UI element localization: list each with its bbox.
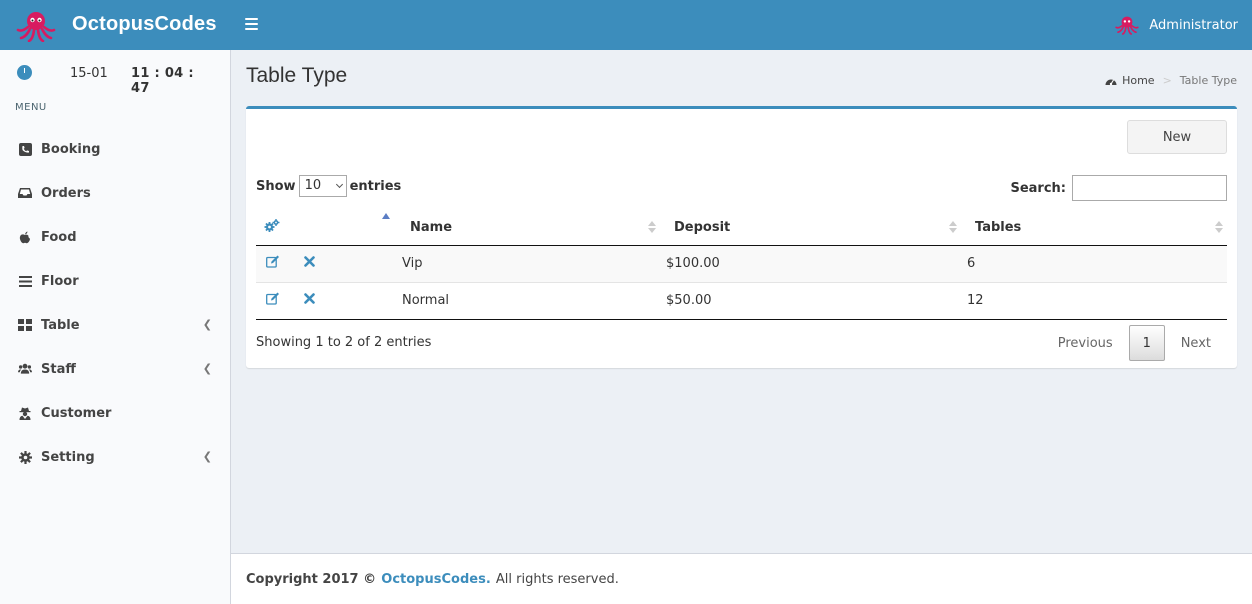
breadcrumb: Home > Table Type (1105, 74, 1237, 87)
breadcrumb-separator: > (1162, 74, 1172, 87)
cogs-icon (264, 218, 280, 232)
sort-icon (1215, 221, 1223, 237)
users-icon (18, 362, 32, 376)
column-header-tables[interactable]: Tables (961, 207, 1227, 246)
logo[interactable]: OctopusCodes (0, 0, 230, 50)
page-length-select[interactable]: 10 (298, 175, 347, 197)
chevron-left-icon: ❮ (202, 362, 212, 375)
cell-tables: 6 (961, 245, 1227, 283)
sidebar-item-customer[interactable]: Customer (0, 391, 230, 435)
octopus-logo-icon (16, 12, 56, 42)
phone-icon (18, 142, 32, 156)
sidebar-item-label: Customer (41, 405, 112, 421)
sidebar-item-food[interactable]: Food (0, 215, 230, 259)
bars-icon (18, 274, 32, 288)
table-info: Showing 1 to 2 of 2 entries (256, 335, 432, 350)
previous-page-button[interactable]: Previous (1042, 325, 1129, 361)
cell-name: Vip (400, 245, 660, 283)
chevron-left-icon: ❮ (202, 450, 212, 463)
footer-copyright: Copyright 2017 © (246, 571, 377, 587)
column-header-deposit[interactable]: Deposit (660, 207, 961, 246)
sidebar-toggle-button[interactable] (245, 18, 258, 30)
brand-name: OctopusCodes (72, 13, 217, 35)
sidebar: 15-01 11 : 04 : 47 MENU Booking Orders F… (0, 50, 231, 604)
gear-icon (18, 450, 32, 464)
delete-column-header[interactable] (294, 207, 400, 246)
search-input[interactable] (1072, 175, 1227, 201)
cell-tables: 12 (961, 282, 1227, 320)
sidebar-item-booking[interactable]: Booking (0, 127, 230, 171)
sort-icon (648, 221, 656, 237)
edit-icon[interactable] (266, 255, 280, 272)
new-button[interactable]: New (1127, 120, 1227, 154)
sidebar-item-label: Staff (41, 361, 76, 377)
sidebar-item-label: Orders (41, 185, 91, 201)
table-row: Vip $100.00 6 (256, 245, 1227, 283)
breadcrumb-current: Table Type (1179, 74, 1237, 87)
clock-icon (17, 65, 32, 80)
dashboard-icon (1105, 79, 1117, 85)
show-label: Show (256, 178, 296, 194)
page-title: Table Type (246, 64, 348, 87)
pagination: Previous 1 Next (1042, 325, 1227, 361)
search-control: Search: (1010, 175, 1227, 201)
sidebar-item-staff[interactable]: Staff ❮ (0, 347, 230, 391)
top-navbar: OctopusCodes Administrator (0, 0, 1252, 50)
sidebar-item-orders[interactable]: Orders (0, 171, 230, 215)
footer-rights: All rights reserved. (495, 571, 619, 587)
sidebar-item-label: Table (41, 317, 80, 333)
entries-label: entries (349, 178, 402, 194)
breadcrumb-home-link[interactable]: Home (1122, 74, 1154, 87)
inbox-icon (18, 186, 32, 200)
user-avatar-icon (1115, 16, 1140, 35)
user-secret-icon (18, 406, 32, 420)
sidebar-item-table[interactable]: Table ❮ (0, 303, 230, 347)
edit-icon[interactable] (266, 292, 280, 309)
clock-date: 15-01 (70, 66, 108, 81)
apple-icon (18, 230, 32, 244)
sidebar-item-floor[interactable]: Floor (0, 259, 230, 303)
delete-icon[interactable] (304, 293, 315, 308)
clock-time: 11 : 04 : 47 (131, 66, 194, 96)
table-row: Normal $50.00 12 (256, 282, 1227, 320)
grid-icon (18, 318, 32, 332)
sort-icon (949, 221, 957, 237)
actions-column-header (256, 207, 294, 246)
sidebar-item-label: Floor (41, 273, 79, 289)
delete-icon[interactable] (304, 256, 315, 271)
sidebar-item-label: Setting (41, 449, 95, 465)
column-header-name[interactable]: Name (400, 207, 660, 246)
user-menu[interactable]: Administrator (1115, 0, 1238, 50)
chevron-left-icon: ❮ (202, 318, 212, 331)
sidebar-item-label: Booking (41, 141, 101, 157)
sort-asc-icon (382, 213, 390, 219)
footer: Copyright 2017 © OctopusCodes. All right… (231, 553, 1252, 604)
table-type-box: New Show 10 entries Search: Name Deposit… (246, 106, 1237, 368)
menu-header: MENU (15, 102, 47, 113)
cell-deposit: $100.00 (660, 245, 961, 283)
cell-name: Normal (400, 282, 660, 320)
page-length-control: Show 10 entries (256, 175, 401, 197)
user-name: Administrator (1149, 17, 1238, 33)
footer-link[interactable]: OctopusCodes. (381, 572, 490, 587)
cell-deposit: $50.00 (660, 282, 961, 320)
sidebar-item-setting[interactable]: Setting ❮ (0, 435, 230, 479)
page-1-button[interactable]: 1 (1128, 325, 1165, 361)
sidebar-item-label: Food (41, 229, 77, 245)
table-type-table: Name Deposit Tables Vip $100.00 6 Normal… (256, 207, 1227, 320)
search-label: Search: (1010, 180, 1066, 196)
next-page-button[interactable]: Next (1165, 325, 1227, 361)
table-header-row: Name Deposit Tables (256, 207, 1227, 246)
sidebar-menu: Booking Orders Food Floor Table ❮ Staff … (0, 127, 230, 479)
clock: 15-01 11 : 04 : 47 (17, 64, 217, 96)
